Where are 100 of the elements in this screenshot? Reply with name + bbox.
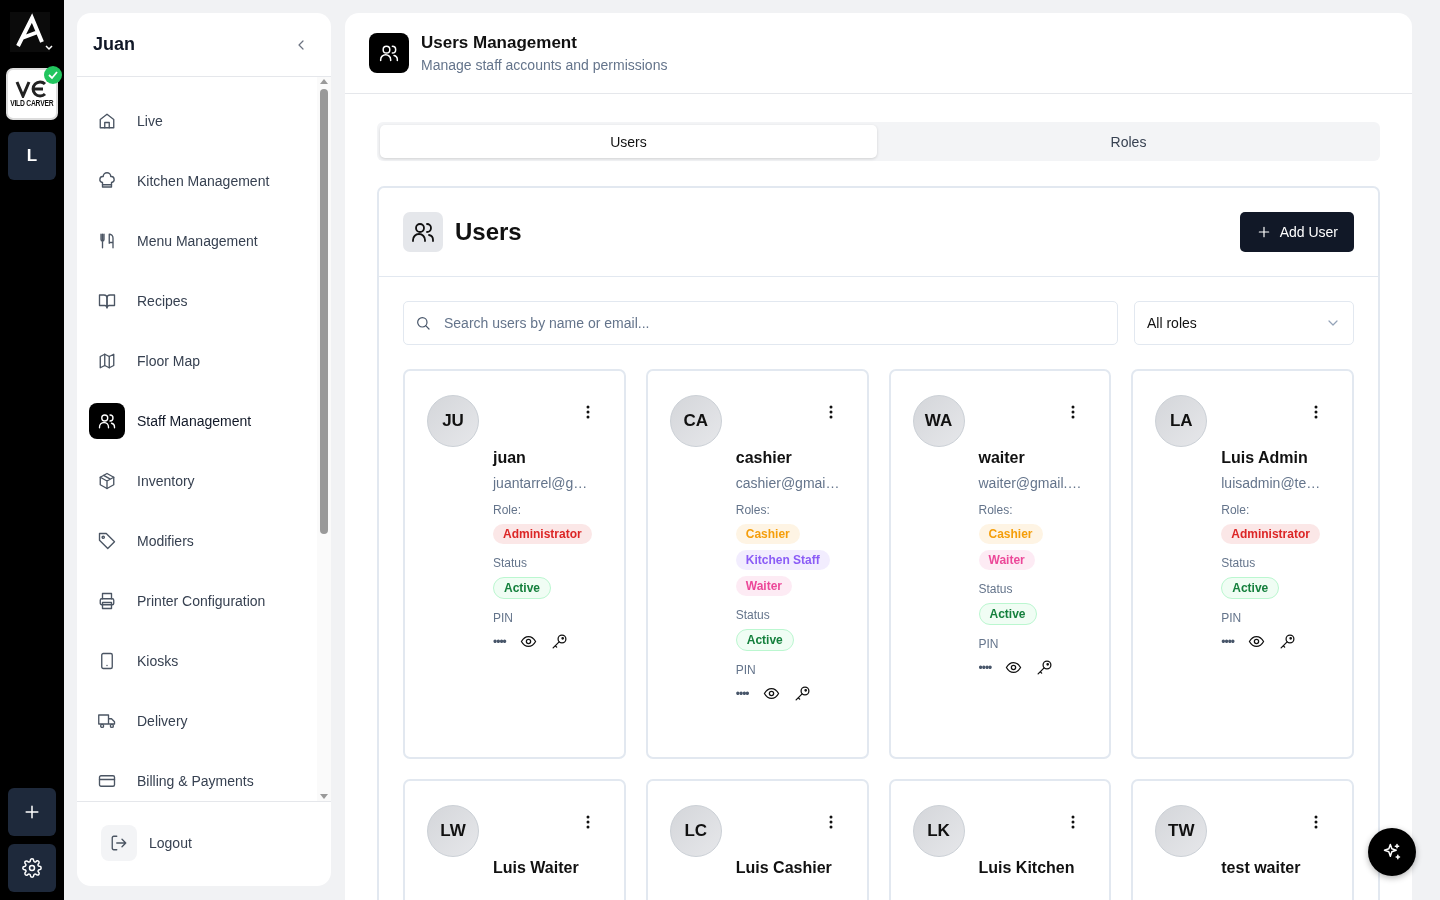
- sidebar-item[interactable]: Recipes: [89, 283, 317, 319]
- tablet-icon: [98, 652, 116, 670]
- credit-card-icon: [98, 772, 116, 790]
- sidebar-item[interactable]: Menu Management: [89, 223, 317, 259]
- map-icon: [98, 352, 116, 370]
- key-icon[interactable]: [793, 685, 811, 702]
- role-tag: Cashier: [978, 524, 1043, 544]
- field-label: Status: [493, 556, 529, 570]
- key-icon[interactable]: [1036, 659, 1054, 676]
- user-avatar: LK: [912, 805, 965, 857]
- user-name: test waiter: [1221, 859, 1302, 877]
- add-button[interactable]: [8, 788, 56, 836]
- add-user-button[interactable]: Add User: [1239, 212, 1354, 252]
- status-tag: Active: [493, 577, 552, 599]
- role-tag: Waiter: [735, 576, 792, 596]
- user-avatar: TW: [1155, 805, 1208, 857]
- user-name: cashier: [735, 449, 793, 467]
- pin-value: ••••: [1221, 634, 1235, 649]
- panel-title: Users: [455, 218, 522, 246]
- tag-icon: [98, 532, 116, 550]
- kebab-icon[interactable]: [585, 815, 590, 829]
- page-title: Users Management: [421, 33, 578, 53]
- eye-icon[interactable]: [1248, 633, 1266, 650]
- kebab-icon[interactable]: [828, 815, 833, 829]
- role-tag: Administrator: [493, 524, 592, 544]
- scroll-down-icon[interactable]: [319, 793, 329, 801]
- sidebar-item[interactable]: Live: [89, 103, 317, 139]
- user-name: Luis Waiter: [493, 859, 580, 877]
- printer-icon: [98, 592, 116, 610]
- pin-value: ••••: [978, 660, 992, 675]
- field-label: Status: [735, 608, 771, 622]
- tab[interactable]: Roles: [880, 125, 1377, 158]
- role-tag: Kitchen Staff: [735, 550, 830, 570]
- tab[interactable]: Users: [380, 125, 877, 158]
- users-icon: [379, 43, 399, 63]
- sidebar-item[interactable]: Kiosks: [89, 643, 317, 679]
- organization-button[interactable]: L: [8, 132, 56, 180]
- field-label: PIN: [1221, 611, 1243, 625]
- sidebar-item[interactable]: Staff Management: [89, 403, 317, 439]
- search-field[interactable]: Search users by name or email...: [403, 301, 1118, 345]
- user-name: Luis Kitchen: [978, 859, 1076, 877]
- field-label: PIN: [735, 663, 757, 677]
- users-icon: [98, 412, 116, 430]
- user-email: juantarrel@g…: [493, 475, 589, 491]
- kebab-icon[interactable]: [1071, 815, 1076, 829]
- sidebar-title: Juan: [93, 34, 135, 55]
- sidebar-item[interactable]: Modifiers: [89, 523, 317, 559]
- eye-icon[interactable]: [762, 685, 780, 702]
- sidebar-item[interactable]: Floor Map: [89, 343, 317, 379]
- utensils-icon: [98, 232, 116, 250]
- key-icon[interactable]: [550, 633, 568, 650]
- status-tag: Active: [978, 603, 1037, 625]
- eye-icon[interactable]: [519, 633, 537, 650]
- kebab-icon[interactable]: [1071, 405, 1076, 419]
- sidebar-item[interactable]: Kitchen Management: [89, 163, 317, 199]
- eye-icon[interactable]: [1005, 659, 1023, 676]
- user-name: Luis Cashier: [735, 859, 833, 877]
- chef-hat-icon: [98, 172, 116, 190]
- scroll-up-icon[interactable]: [319, 77, 329, 85]
- logout-icon: [110, 834, 128, 852]
- field-label: Role:: [493, 503, 522, 517]
- user-name: juan: [493, 449, 527, 467]
- kebab-icon[interactable]: [1314, 405, 1318, 419]
- settings-button[interactable]: [8, 844, 56, 892]
- sidebar-item[interactable]: Billing & Payments: [89, 763, 317, 799]
- user-avatar: LA: [1155, 395, 1208, 447]
- kebab-icon[interactable]: [828, 405, 833, 419]
- status-tag: Active: [735, 629, 794, 651]
- field-label: PIN: [978, 637, 1000, 651]
- user-avatar: CA: [669, 395, 722, 447]
- user-email: luisadmin@te…: [1221, 475, 1322, 491]
- field-label: Roles:: [735, 503, 771, 517]
- scrollbar[interactable]: [317, 77, 331, 801]
- user-avatar: LW: [427, 805, 479, 857]
- user-name: waiter: [978, 449, 1026, 467]
- role-tag: Cashier: [735, 524, 800, 544]
- field-label: Role:: [1221, 503, 1251, 517]
- user-email: waiter@gmail.…: [978, 475, 1083, 491]
- kebab-icon[interactable]: [1314, 815, 1318, 829]
- home-icon: [98, 112, 116, 130]
- field-label: Status: [978, 582, 1014, 596]
- status-tag: Active: [1221, 577, 1280, 599]
- sidebar-item[interactable]: Printer Configuration: [89, 583, 317, 619]
- logout-button[interactable]: Logout: [101, 825, 307, 861]
- user-avatar: JU: [427, 395, 479, 447]
- sidebar-item[interactable]: Delivery: [89, 703, 317, 739]
- field-label: Status: [1221, 556, 1257, 570]
- field-label: PIN: [493, 611, 514, 625]
- user-avatar: WA: [912, 395, 965, 447]
- user-email: cashier@gmai…: [735, 475, 841, 491]
- users-icon: [411, 220, 435, 244]
- settings-icon: [22, 858, 42, 878]
- key-icon[interactable]: [1279, 633, 1297, 650]
- role-dropdown[interactable]: All roles: [1134, 301, 1354, 345]
- pin-value: ••••: [735, 686, 749, 701]
- sidebar-item[interactable]: Inventory: [89, 463, 317, 499]
- user-avatar: LC: [669, 805, 722, 857]
- truck-icon: [98, 712, 116, 730]
- sparkle-icon: [1382, 842, 1402, 862]
- kebab-icon[interactable]: [585, 405, 590, 419]
